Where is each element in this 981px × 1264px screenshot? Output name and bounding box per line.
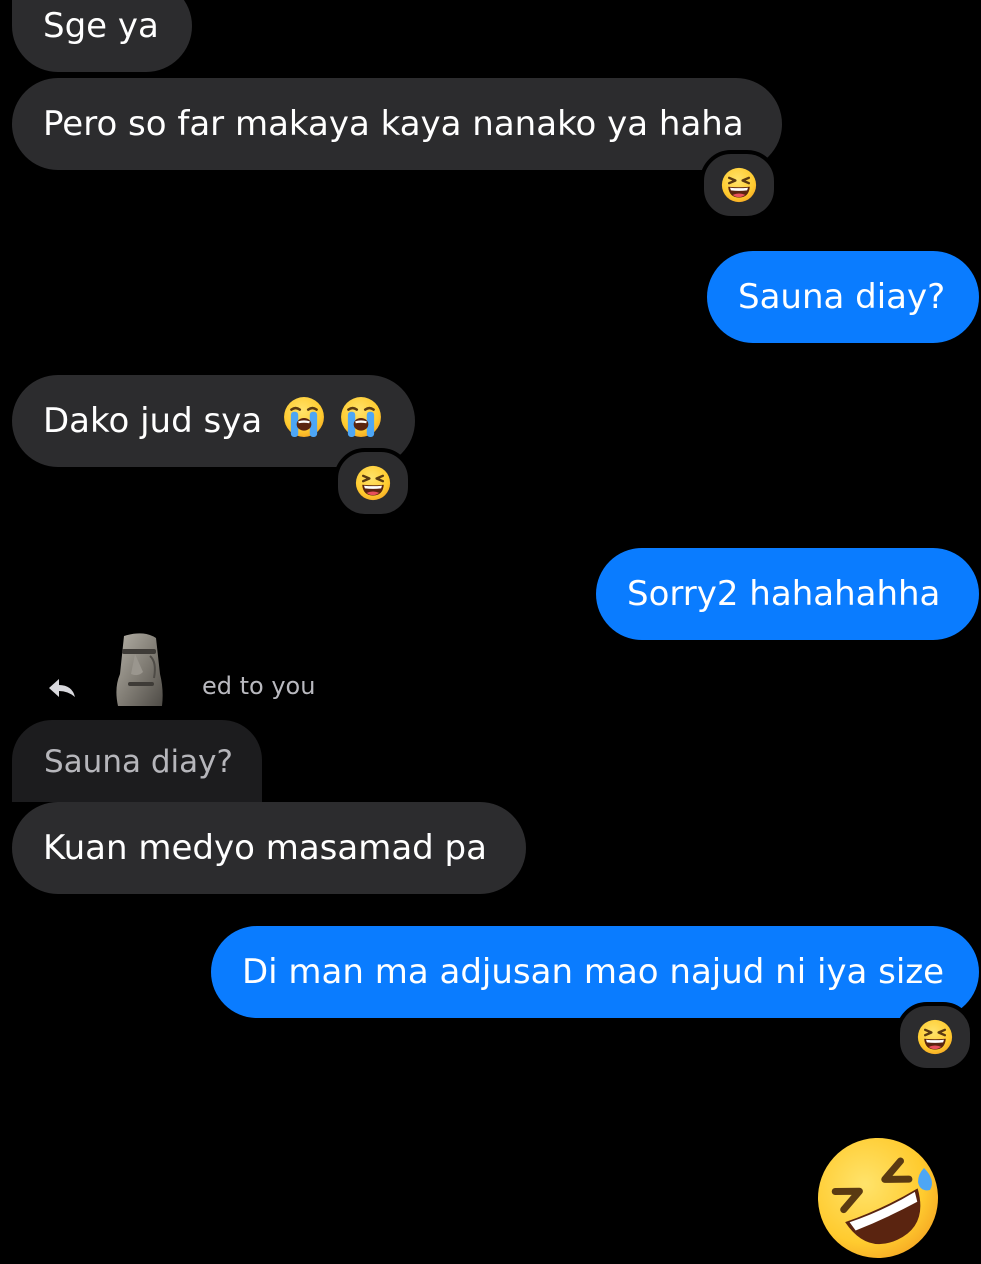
quoted-text: Sauna diay?: [44, 744, 233, 780]
message-text: Sorry2 hahahahha: [627, 574, 941, 614]
message-text: Di man ma adjusan mao najud ni iya size: [242, 952, 945, 992]
grinning-squinting-face-icon: [721, 167, 757, 203]
message-text: Pero so far makaya kaya nanako ya haha: [43, 104, 744, 144]
loudly-crying-face-icon: [340, 396, 382, 438]
moai-icon: [116, 633, 163, 706]
reaction-badge[interactable]: [334, 448, 412, 518]
reply-arrow-icon: [49, 679, 75, 697]
chat-screen: { "messages": [ {"id": "m1", "sender": "…: [0, 0, 981, 1258]
message-text: Sge ya: [43, 6, 159, 46]
message-bubble-outgoing[interactable]: Sorry2 hahahahha: [596, 548, 979, 640]
reply-context-text: ed to you: [202, 672, 316, 700]
message-bubble-outgoing[interactable]: Di man ma adjusan mao najud ni iya size: [211, 926, 979, 1018]
message-text: Sauna diay?: [738, 277, 946, 317]
reaction-badge[interactable]: [896, 1002, 974, 1072]
message-bubble-incoming[interactable]: Kuan medyo masamad pa: [12, 802, 526, 894]
message-text: Kuan medyo masamad pa: [43, 828, 487, 868]
message-text: Dako jud sya: [43, 401, 263, 441]
message-bubble-incoming[interactable]: Sge ya: [12, 0, 192, 72]
message-bubble-outgoing[interactable]: Sauna diay?: [707, 251, 979, 343]
message-bubble-incoming[interactable]: Pero so far makaya kaya nanako ya haha: [12, 78, 782, 170]
grinning-squinting-face-icon: [355, 465, 391, 501]
reply-header: ed to you: [44, 630, 364, 730]
reaction-badge[interactable]: [700, 150, 778, 220]
grinning-squinting-face-icon: [917, 1019, 953, 1055]
avatar[interactable]: [78, 630, 204, 726]
loudly-crying-face-icon: [283, 396, 325, 438]
rolling-on-the-floor-laughing-icon[interactable]: [812, 1132, 944, 1264]
quoted-message[interactable]: Sauna diay?: [12, 720, 262, 802]
